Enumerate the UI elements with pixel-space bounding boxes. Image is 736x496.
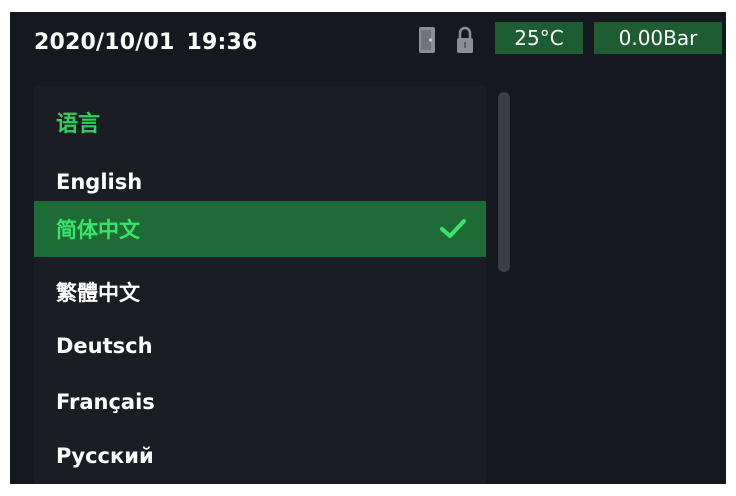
language-option-label: Deutsch — [56, 334, 153, 358]
check-icon — [440, 219, 466, 238]
datetime: 2020/10/01 19:36 — [34, 30, 258, 55]
device-screen: 2020/10/01 19:36 25°C 0.00Bar 语言 English … — [10, 12, 726, 484]
language-option-traditional-chinese[interactable]: 繁體中文 — [34, 264, 486, 320]
language-option-russian[interactable]: Русский — [34, 428, 486, 484]
language-title: 语言 — [56, 112, 101, 137]
status-bar: 2020/10/01 19:36 25°C 0.00Bar — [10, 12, 726, 76]
scrollbar[interactable] — [498, 92, 510, 272]
door-icon — [419, 27, 435, 53]
language-option-german[interactable]: Deutsch — [34, 318, 486, 374]
language-option-label: Français — [56, 390, 155, 414]
language-option-label: 繁體中文 — [56, 281, 140, 305]
language-option-french[interactable]: Français — [34, 374, 486, 430]
language-list: 语言 English 简体中文 繁體中文 Deutsch Français Ру… — [34, 86, 486, 484]
time-text: 19:36 — [186, 30, 258, 55]
language-option-label: Русский — [56, 444, 154, 468]
language-option-label: 简体中文 — [56, 218, 140, 242]
language-option-simplified-chinese[interactable]: 简体中文 — [34, 201, 486, 257]
pressure-badge: 0.00Bar — [594, 22, 722, 54]
date-text: 2020/10/01 — [34, 30, 175, 55]
temperature-badge: 25°C — [495, 22, 583, 54]
lock-icon — [457, 26, 473, 53]
language-option-label: English — [56, 170, 143, 194]
